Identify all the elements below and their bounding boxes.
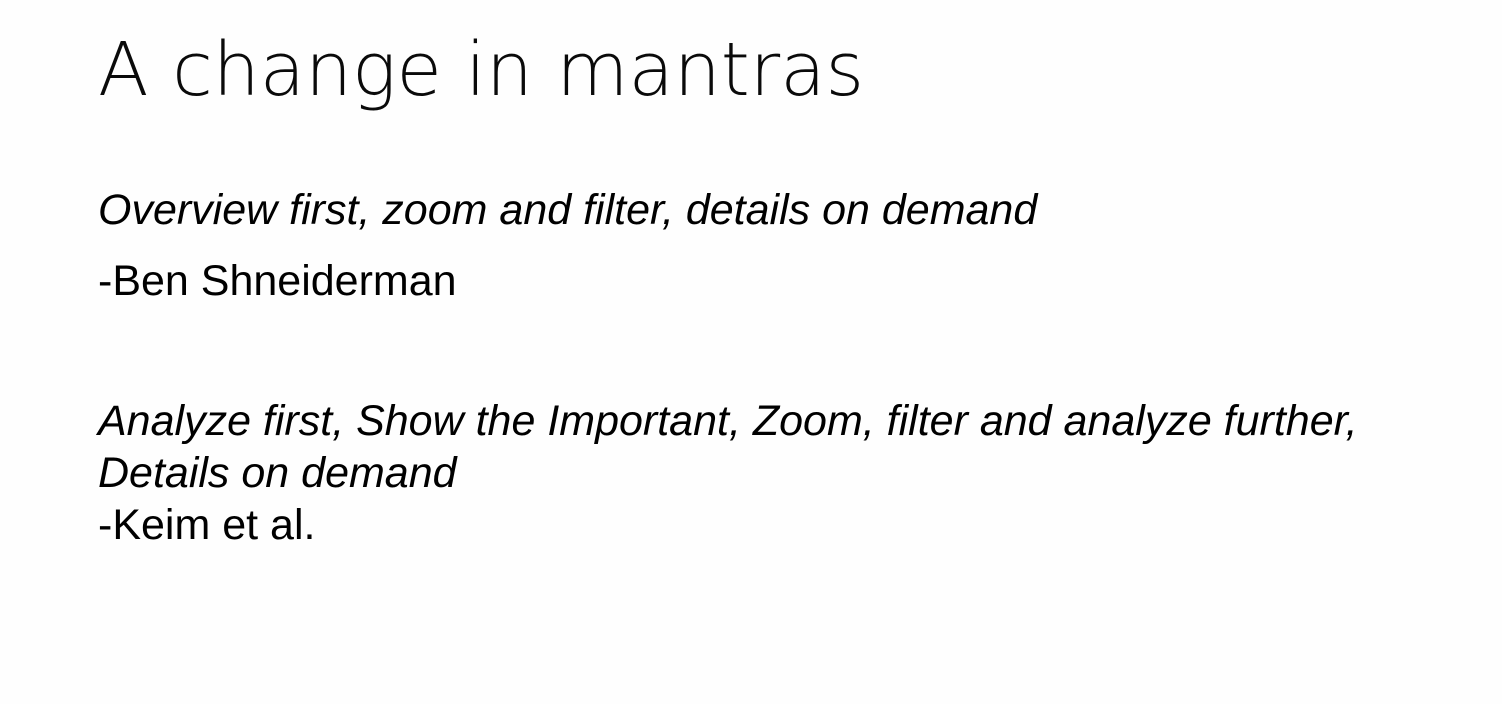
- quote-keim-line-1: Analyze first, Show the Important, Zoom,…: [98, 397, 1358, 445]
- slide-title: A change in mantras: [98, 27, 865, 113]
- attribution-keim: -Keim et al.: [98, 501, 316, 549]
- slide: A change in mantras Overview first, zoom…: [0, 0, 1502, 704]
- quote-keim-line-2: Details on demand: [98, 449, 457, 497]
- quote-shneiderman: Overview first, zoom and filter, details…: [98, 186, 1038, 234]
- attribution-shneiderman: -Ben Shneiderman: [98, 257, 457, 305]
